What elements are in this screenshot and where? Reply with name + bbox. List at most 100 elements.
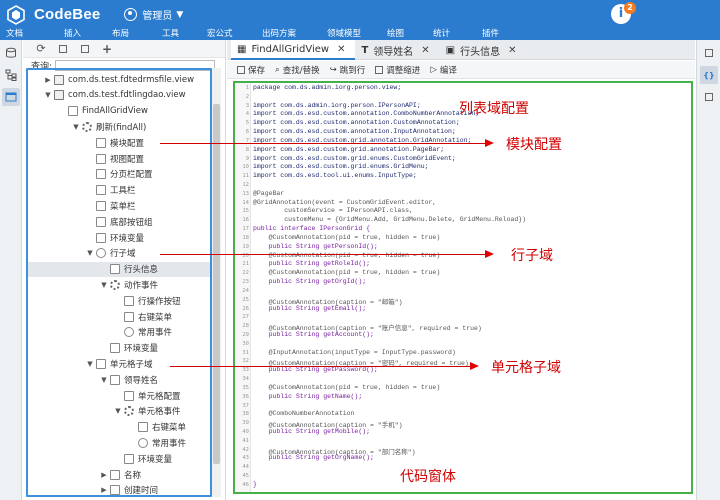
code-line[interactable]: @PageBar	[253, 190, 284, 197]
goto-line-button[interactable]: ↪ 跳到行	[330, 64, 366, 76]
code-line[interactable]: package com.ds.admin.iorg.person.view;	[253, 84, 401, 91]
tree-scrollbar[interactable]	[212, 68, 221, 497]
close-icon[interactable]: ✕	[421, 45, 429, 56]
menu-item[interactable]: 布局	[112, 29, 129, 40]
code-line[interactable]: import com.ds.esd.custom.annotation.Inpu…	[253, 128, 456, 135]
menu-item[interactable]: 插件	[482, 29, 499, 40]
close-icon[interactable]: ✕	[337, 44, 345, 55]
window-icon[interactable]	[2, 88, 20, 106]
menu-item[interactable]: 绘图	[387, 29, 404, 40]
tree-item[interactable]: ▼ 单元格事件	[114, 404, 181, 419]
chevron-down-icon[interactable]: ▼	[100, 281, 108, 289]
compile-button[interactable]: ▷ 编译	[430, 64, 457, 76]
code-line[interactable]: public String getOrgName();	[253, 454, 374, 461]
tree-item[interactable]: 视图配置	[86, 151, 144, 166]
code-braces-icon[interactable]: {}	[700, 66, 718, 84]
tree-item[interactable]: 工具栏	[86, 183, 136, 198]
tree-item[interactable]: ▶ com.ds.test.fdtedrmsfile.view	[44, 72, 194, 87]
layers-icon[interactable]	[700, 88, 718, 106]
chevron-down-icon[interactable]: ▼	[86, 360, 94, 368]
code-line[interactable]: public String getMobile();	[253, 428, 370, 435]
tree-item[interactable]: 常用事件	[128, 435, 186, 450]
code-line[interactable]: import com.ds.esd.custom.grid.enums.Grid…	[253, 163, 429, 170]
editor-tab[interactable]: ▣ 行头信息 ✕	[440, 40, 527, 60]
code-line[interactable]: public String getPassword();	[253, 366, 378, 373]
indent-button[interactable]: 调整缩进	[375, 64, 420, 76]
code-line[interactable]: @ComboNumberAnnotation	[253, 410, 355, 417]
code-line[interactable]: public interface IPersonGrid {	[253, 225, 370, 232]
tree-item[interactable]: 单元格配置	[114, 388, 181, 403]
add-icon[interactable]: +	[101, 42, 113, 56]
menu-item[interactable]: 出码方案	[262, 29, 296, 40]
chevron-down-icon[interactable]: ▼	[176, 10, 183, 20]
close-icon[interactable]: ✕	[508, 45, 516, 56]
editor-tab[interactable]: T 领导姓名 ✕	[355, 40, 439, 60]
code-line[interactable]: @InputAnnotation(inputType = InputType.p…	[253, 349, 456, 356]
tree-item[interactable]: 分页栏配置	[86, 167, 153, 182]
chevron-down-icon[interactable]: ▼	[44, 91, 52, 99]
tree-item[interactable]: 环境变量	[114, 451, 172, 466]
tree-item[interactable]: 环境变量	[86, 230, 144, 245]
tree-item[interactable]: ▶ 名称	[100, 467, 141, 482]
refresh-icon[interactable]: ⟳	[35, 42, 47, 55]
tree-item[interactable]: FindAllGridView	[58, 104, 148, 119]
code-line[interactable]: @CustomAnnotation(pid = true, hidden = t…	[253, 234, 441, 241]
tree-item[interactable]: ▼ 刷新(findAll)	[72, 119, 146, 134]
code-line[interactable]: @CustomAnnotation(pid = true, hidden = t…	[253, 269, 441, 276]
code-line[interactable]: public String getEmail();	[253, 305, 367, 312]
tree-item[interactable]: ▼ 行子域	[86, 246, 136, 261]
save-button[interactable]: 保存	[237, 64, 265, 76]
menu-item[interactable]: 插入	[64, 29, 81, 40]
menu-item[interactable]: 统计	[433, 29, 450, 40]
code-line[interactable]: public String getPersonId();	[253, 243, 378, 250]
tree-item[interactable]: 常用事件	[114, 325, 172, 340]
user-role[interactable]: 管理员	[142, 7, 172, 22]
editor-tab[interactable]: ▦ FindAllGridView ✕	[231, 40, 356, 60]
database-icon[interactable]	[2, 44, 20, 62]
chevron-right-icon[interactable]: ▶	[100, 471, 108, 479]
code-line[interactable]: public String getRoleId();	[253, 260, 370, 267]
tree-item[interactable]: ▼ com.ds.test.fdtlingdao.view	[44, 88, 186, 103]
tree-item[interactable]: 行头信息	[28, 261, 210, 277]
menu-item[interactable]: 领域模型	[327, 29, 361, 40]
save-icon[interactable]	[57, 43, 69, 55]
tree-item[interactable]: ▼ 单元格子域	[86, 356, 153, 371]
menu-item[interactable]: 文档	[6, 29, 23, 40]
collapse-icon[interactable]	[79, 43, 91, 55]
chevron-down-icon[interactable]: ▼	[72, 123, 80, 131]
code-line[interactable]: import com.ds.admin.iorg.person.IPersonA…	[253, 102, 421, 109]
code-line[interactable]: @CustomAnnotation(pid = true, hidden = t…	[253, 384, 441, 391]
user-icon[interactable]	[124, 8, 138, 21]
chevron-down-icon[interactable]: ▼	[100, 376, 108, 384]
chevron-right-icon[interactable]: ▶	[44, 76, 52, 84]
chevron-down-icon[interactable]: ▼	[114, 407, 122, 415]
code-line[interactable]: import com.ds.esd.custom.grid.annotation…	[253, 146, 444, 153]
tree-item[interactable]: ▼ 领导姓名	[100, 372, 158, 387]
tree-item[interactable]: 菜单栏	[86, 198, 136, 213]
tree-item[interactable]: 右键菜单	[114, 309, 172, 324]
tree-item[interactable]: 模块配置	[86, 135, 144, 150]
code-line[interactable]: import com.ds.esd.custom.grid.enums.Cust…	[253, 155, 456, 162]
code-line[interactable]: customMenu = {GridMenu.Add, GridMenu.Del…	[253, 216, 526, 223]
code-line[interactable]: @CustomAnnotation(pid = true, hidden = t…	[253, 252, 441, 259]
tree-scroll-thumb[interactable]	[213, 104, 220, 464]
tree-item[interactable]: 底部按钮组	[86, 214, 153, 229]
code-line[interactable]: customService = IPersonAPI.class,	[253, 207, 413, 214]
hierarchy-icon[interactable]	[2, 66, 20, 84]
tree-item[interactable]: 右键菜单	[128, 420, 186, 435]
chevron-down-icon[interactable]: ▼	[86, 249, 94, 257]
tree-item[interactable]: ▶ 创建时间	[100, 483, 158, 495]
code-line[interactable]: @GridAnnotation(event = CustomGridEvent.…	[253, 199, 436, 206]
menu-item[interactable]: 宏公式	[207, 29, 233, 40]
tree-item[interactable]: 环境变量	[100, 341, 158, 356]
code-line[interactable]: public String getName();	[253, 393, 363, 400]
code-line[interactable]: }	[253, 481, 257, 488]
chevron-right-icon[interactable]: ▶	[100, 486, 108, 494]
code-line[interactable]: public String getAccount();	[253, 331, 374, 338]
find-replace-button[interactable]: ⌕ 查找/替换	[275, 64, 320, 76]
panel-icon[interactable]	[700, 44, 718, 62]
code-line[interactable]: import com.ds.esd.custom.annotation.Comb…	[253, 110, 479, 117]
code-line[interactable]: import com.ds.esd.tool.ui.enums.InputTyp…	[253, 172, 417, 179]
code-line[interactable]: public String getOrgId();	[253, 278, 367, 285]
menu-item[interactable]: 工具	[162, 29, 179, 40]
